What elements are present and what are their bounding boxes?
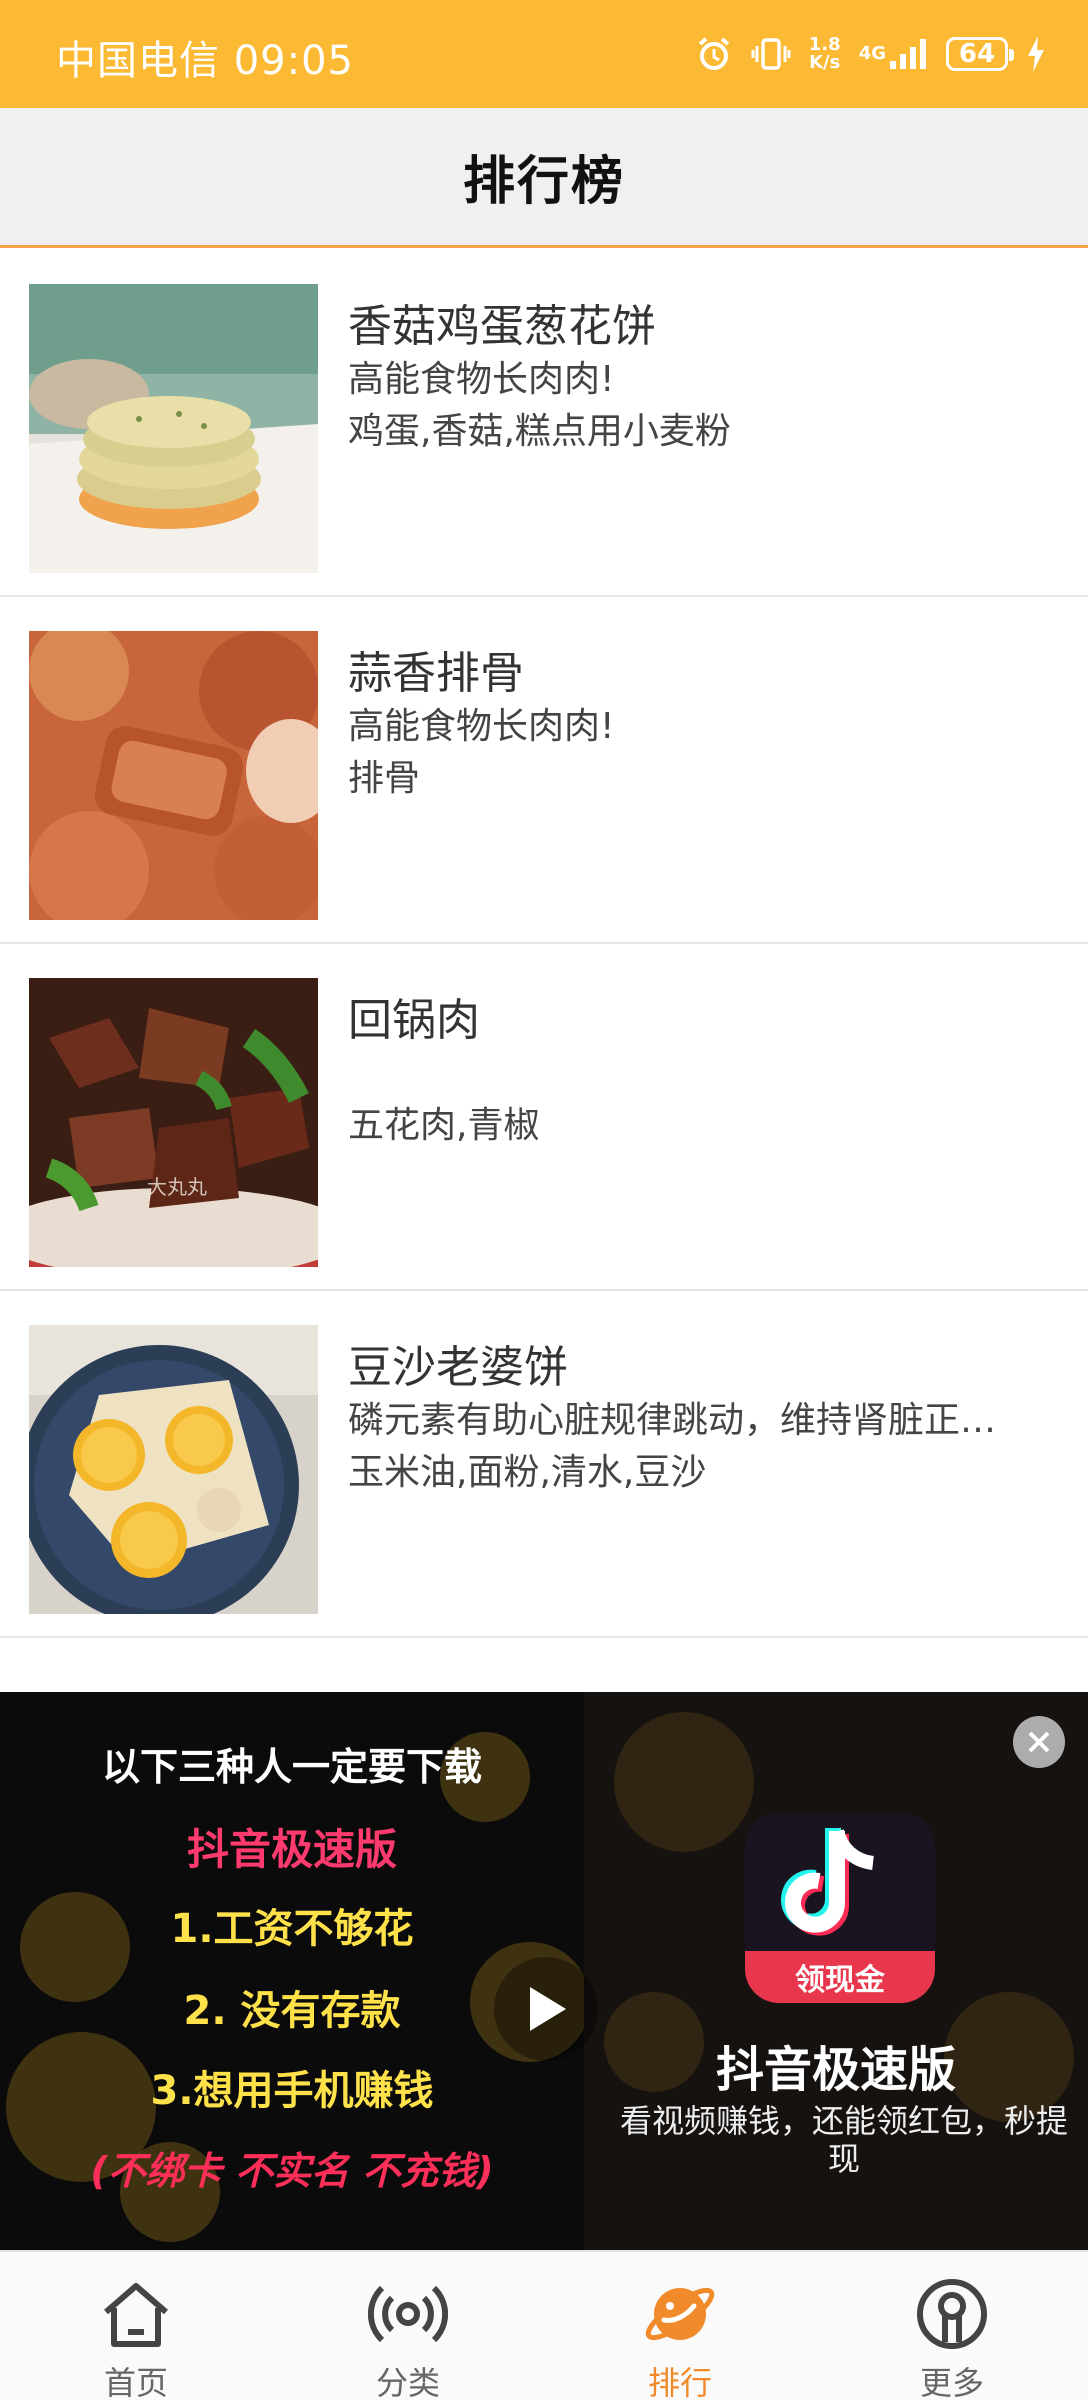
alarm-icon [695,35,733,73]
recipe-description: 高能食物长肉肉! [348,706,615,747]
nav-item-more[interactable]: 更多 [816,2252,1088,2402]
recipe-item[interactable]: 豆沙老婆饼 磷元素有助心脏规律跳动，维持肾脏正… 玉米油,面粉,清水,豆沙 [0,1291,1088,1638]
ad-point-3: 3.想用手机赚钱 [150,2068,434,2114]
carrier-time: 中国电信 09:05 [56,38,354,84]
planet-icon [645,2287,715,2341]
ad-app-name: 抖音极速版 [715,2042,956,2098]
recipe-name: 豆沙老婆饼 [348,1342,568,1393]
recipe-image [29,631,318,920]
recipe-name: 回锅肉 [348,995,480,1046]
recipe-image [29,1325,318,1614]
recipe-description: 磷元素有助心脏规律跳动，维持肾脏正… [348,1400,997,1441]
battery-indicator: 64 [946,37,1014,71]
nav-item-category[interactable]: 分类 [272,2252,544,2402]
nav-item-ranking[interactable]: 排行 [544,2252,816,2402]
nav-label: 排行 [647,2364,712,2402]
recipe-item[interactable]: 香菇鸡蛋葱花饼 高能食物长肉肉! 鸡蛋,香菇,糕点用小麦粉 [0,250,1088,597]
nav-label: 首页 [103,2364,168,2402]
network-speed: 1.8 K/s [808,34,841,73]
ad-product-line: 抖音极速版 [186,1825,397,1874]
recipe-ingredients: 五花肉,青椒 [348,1105,540,1146]
ad-disclaimer: (不绑卡 不实名 不充钱) [90,2149,494,2193]
broadcast-icon [368,2285,448,2343]
page-header: 排行榜 [0,108,1088,248]
recipe-item[interactable]: 蒜香排骨 高能食物长肉肉! 排骨 [0,597,1088,944]
home-icon [104,2283,168,2347]
ad-point-1: 1.工资不够花 [170,1906,414,1952]
recipe-description: 高能食物长肉肉! [348,359,615,400]
recipe-ingredients: 排骨 [348,758,421,799]
ad-headline: 以下三种人一定要下载 [101,1745,482,1789]
recipe-ingredients: 玉米油,面粉,清水,豆沙 [348,1452,707,1493]
ad-subtitle: 看视频赚钱，还能领红包，秒提现 [619,2102,1068,2178]
nav-item-home[interactable]: 首页 [0,2252,272,2402]
page-title: 排行榜 [462,152,625,212]
recipe-name: 香菇鸡蛋葱花饼 [348,301,656,352]
nav-label: 更多 [919,2364,984,2402]
close-ad-icon[interactable] [1013,1716,1065,1768]
status-bar: 中国电信 09:05 1.8 K/s 4G 64 [0,0,1088,108]
recipe-image [29,284,318,573]
recipe-list: 香菇鸡蛋葱花饼 高能食物长肉肉! 鸡蛋,香菇,糕点用小麦粉 蒜香排骨 高能食物长… [0,250,1088,1638]
charging-icon [1026,36,1046,72]
play-icon[interactable] [494,1957,598,2061]
recipe-item[interactable]: 大丸丸 回锅肉 五花肉,青椒 [0,944,1088,1291]
recipe-image: 大丸丸 [29,978,318,1267]
app-badge: 领现金 [745,1951,935,2003]
douyin-app-icon: 领现金 [745,1813,935,2003]
ad-video-frame: 以下三种人一定要下载 抖音极速版 1.工资不够花 2. 没有存款 3.想用手机赚… [0,1692,590,2250]
vibrate-icon [751,35,791,73]
watermark-text: 大丸丸 [147,1175,207,1199]
recipe-ingredients: 鸡蛋,香菇,糕点用小麦粉 [348,411,731,452]
bottom-nav: 首页 分类 排行 更多 [0,2250,1088,2402]
nav-label: 分类 [375,2364,440,2402]
profile-icon [917,2279,987,2349]
recipe-name: 蒜香排骨 [348,648,524,699]
signal-icon: 4G [859,37,928,71]
